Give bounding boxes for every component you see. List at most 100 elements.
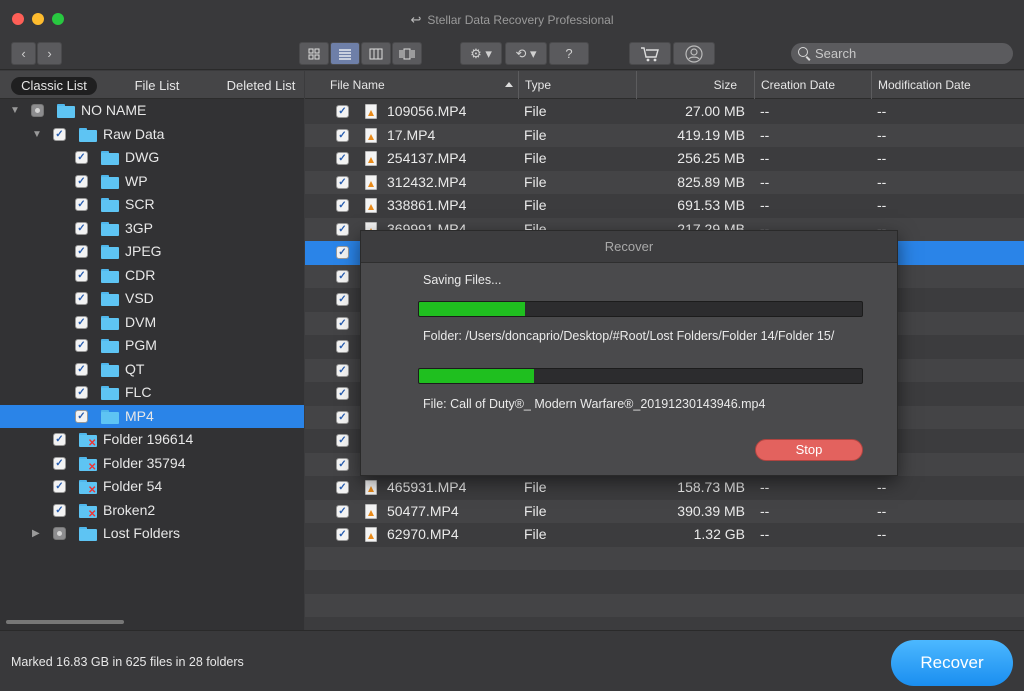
tree-item[interactable]: ✓ ✕ Folder 35794 <box>0 452 304 476</box>
tree-item[interactable]: ✓ 3GP <box>0 217 304 241</box>
row-checkbox[interactable]: ✓ <box>336 199 349 212</box>
disclosure-expanded-icon[interactable]: ▼ <box>10 99 20 123</box>
row-checkbox[interactable]: ✓ <box>336 269 349 283</box>
folder-icon <box>101 221 119 236</box>
row-checkbox[interactable]: ✓ <box>336 481 349 494</box>
tree-item-checkbox[interactable]: ✓ <box>75 198 88 211</box>
table-row[interactable]: ✓ 338861.MP4 File 691.53 MB -- -- <box>305 194 1024 218</box>
column-view-button[interactable] <box>361 42 391 65</box>
tree-item[interactable]: ✓ DVM <box>0 311 304 335</box>
tree-item[interactable]: ▶ Lost Folders <box>0 522 304 546</box>
back-button[interactable]: ‹ <box>11 42 36 65</box>
settings-button[interactable]: ⚙ ▾ <box>460 42 502 65</box>
tree-item-checkbox[interactable] <box>31 104 44 117</box>
tree-item-checkbox[interactable] <box>53 527 66 540</box>
column-header-file-name[interactable]: File Name <box>305 71 519 99</box>
tree-item[interactable]: ✓ ✕ Folder 196614 <box>0 428 304 452</box>
tree-item[interactable]: ✓ WP <box>0 170 304 194</box>
modification-date-cell: -- <box>877 197 887 213</box>
tab-deleted-list[interactable]: Deleted List <box>222 77 300 95</box>
tree-item[interactable]: ✓ DWG <box>0 146 304 170</box>
coverflow-view-button[interactable] <box>392 42 422 65</box>
row-checkbox[interactable]: ✓ <box>336 434 349 447</box>
disclosure-collapsed-icon[interactable]: ▶ <box>32 522 40 546</box>
column-header-type[interactable]: Type <box>519 71 637 99</box>
list-view-button[interactable] <box>330 42 360 65</box>
tree-item-checkbox[interactable]: ✓ <box>53 433 66 446</box>
row-checkbox[interactable]: ✓ <box>336 340 349 353</box>
tree-item-checkbox[interactable]: ✓ <box>53 127 66 141</box>
row-checkbox[interactable]: ✓ <box>336 457 349 471</box>
tree-item-checkbox[interactable]: ✓ <box>75 268 88 282</box>
tree-item-checkbox[interactable]: ✓ <box>75 315 88 329</box>
horizontal-scrollbar[interactable] <box>6 620 124 624</box>
tree-item[interactable]: ✓ ✕ Folder 54 <box>0 475 304 499</box>
account-button[interactable] <box>673 42 715 65</box>
row-checkbox[interactable]: ✓ <box>336 246 349 259</box>
table-row[interactable]: ✓ 50477.MP4 File 390.39 MB -- -- <box>305 499 1024 523</box>
row-checkbox[interactable]: ✓ <box>336 363 349 377</box>
row-checkbox[interactable]: ✓ <box>336 410 349 424</box>
folder-icon <box>101 362 119 377</box>
tree-item-checkbox[interactable]: ✓ <box>75 362 88 376</box>
row-checkbox[interactable]: ✓ <box>336 528 349 541</box>
tree-item-checkbox[interactable]: ✓ <box>75 339 88 352</box>
forward-button[interactable]: › <box>37 42 62 65</box>
row-checkbox[interactable]: ✓ <box>336 293 349 306</box>
table-row[interactable]: ✓ 465931.MP4 File 158.73 MB -- -- <box>305 476 1024 500</box>
tree-item-checkbox[interactable]: ✓ <box>53 503 66 517</box>
saving-status-text: Saving Files... <box>423 273 502 287</box>
disclosure-expanded-icon[interactable]: ▼ <box>32 123 42 147</box>
table-row[interactable]: ✓ 62970.MP4 File 1.32 GB -- -- <box>305 523 1024 547</box>
column-header-modification-date[interactable]: Modification Date <box>872 71 1024 99</box>
tree-item[interactable]: ✓ MP4 <box>0 404 304 428</box>
folder-icon <box>101 409 119 424</box>
tree-item-checkbox[interactable]: ✓ <box>75 221 88 235</box>
cart-button[interactable] <box>629 42 671 65</box>
history-button[interactable]: ⟲ ▾ <box>505 42 547 65</box>
tree-item-checkbox[interactable]: ✓ <box>53 456 66 470</box>
tree-item-checkbox[interactable]: ✓ <box>75 245 88 258</box>
video-file-icon <box>365 480 377 495</box>
column-header-size[interactable]: Size <box>637 71 755 99</box>
tree-item-checkbox[interactable]: ✓ <box>75 292 88 305</box>
tree-item[interactable]: ✓ VSD <box>0 287 304 311</box>
tree-item[interactable]: ▼ ✓ Raw Data <box>0 123 304 147</box>
tree-item-checkbox[interactable]: ✓ <box>75 151 88 164</box>
tree-item-checkbox[interactable]: ✓ <box>75 174 88 188</box>
row-checkbox[interactable]: ✓ <box>336 504 349 518</box>
table-row[interactable]: ✓ 17.MP4 File 419.19 MB -- -- <box>305 123 1024 147</box>
tree-item[interactable]: ✓ ✕ Broken2 <box>0 499 304 523</box>
row-checkbox[interactable]: ✓ <box>336 175 349 189</box>
tree-item-checkbox[interactable]: ✓ <box>53 480 66 493</box>
grid-view-button[interactable] <box>299 42 329 65</box>
column-header-creation-date[interactable]: Creation Date <box>755 71 872 99</box>
table-row[interactable]: ✓ 109056.MP4 File 27.00 MB -- -- <box>305 100 1024 124</box>
tree-item[interactable]: ✓ JPEG <box>0 240 304 264</box>
tab-classic-list[interactable]: Classic List <box>11 77 97 95</box>
tree-item[interactable]: ✓ QT <box>0 358 304 382</box>
tab-file-list[interactable]: File List <box>128 77 186 95</box>
table-row[interactable]: ✓ 254137.MP4 File 256.25 MB -- -- <box>305 147 1024 171</box>
row-checkbox[interactable]: ✓ <box>336 105 349 118</box>
table-row[interactable]: ✓ 312432.MP4 File 825.89 MB -- -- <box>305 170 1024 194</box>
row-checkbox[interactable]: ✓ <box>336 316 349 330</box>
row-checkbox[interactable]: ✓ <box>336 222 349 236</box>
tree-item-checkbox[interactable]: ✓ <box>75 409 88 423</box>
row-checkbox[interactable]: ✓ <box>336 128 349 142</box>
tree-item[interactable]: ✓ SCR <box>0 193 304 217</box>
video-file-icon <box>365 127 377 143</box>
tree-item-checkbox[interactable]: ✓ <box>75 386 88 399</box>
tree-item[interactable]: ✓ PGM <box>0 334 304 358</box>
help-button[interactable]: ? <box>549 42 589 65</box>
recover-dialog: Recover Saving Files... Folder: /Users/d… <box>360 230 898 476</box>
search-input[interactable] <box>791 43 1013 64</box>
tree-item[interactable]: ▼ NO NAME <box>0 99 304 123</box>
tree-item[interactable]: ✓ FLC <box>0 381 304 405</box>
recover-button[interactable]: Recover <box>891 640 1013 686</box>
tree-item[interactable]: ✓ CDR <box>0 264 304 288</box>
row-checkbox[interactable]: ✓ <box>336 152 349 165</box>
chevron-left-icon: ‹ <box>21 46 26 61</box>
row-checkbox[interactable]: ✓ <box>336 387 349 400</box>
stop-button[interactable]: Stop <box>755 439 863 461</box>
